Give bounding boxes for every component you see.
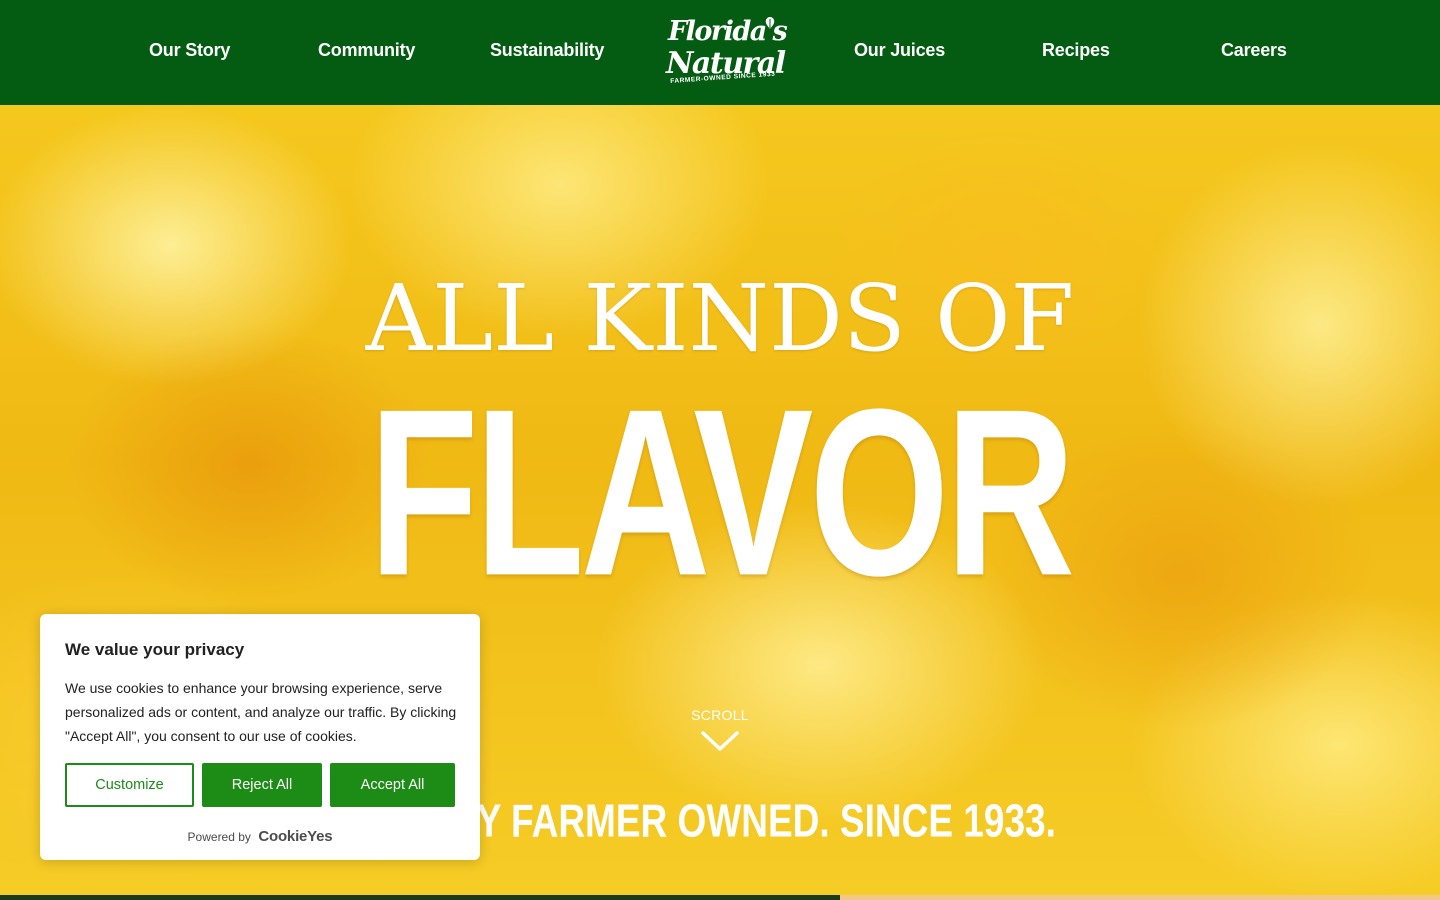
scroll-label: SCROLL <box>691 707 749 723</box>
top-navigation: Our Story Community Sustainability Flori… <box>0 0 1440 105</box>
reject-all-button[interactable]: Reject All <box>202 763 322 807</box>
powered-by-label: Powered by <box>187 829 251 844</box>
next-section-preview-right <box>840 895 1440 900</box>
hero-title: FLAVOR <box>368 360 1076 626</box>
chevron-down-icon <box>701 731 739 751</box>
cookie-banner-description: We use cookies to enhance your browsing … <box>65 680 457 744</box>
floridas-natural-logo[interactable]: Florida's Natural FARMER-OWNED SINCE 193… <box>664 14 788 94</box>
nav-our-juices[interactable]: Our Juices <box>854 40 945 61</box>
nav-careers[interactable]: Careers <box>1221 40 1287 61</box>
hero-kicker: ALL KINDS OF <box>365 265 1075 372</box>
accept-all-button[interactable]: Accept All <box>330 763 455 807</box>
scroll-indicator[interactable]: SCROLL <box>680 707 760 767</box>
nav-our-story[interactable]: Our Story <box>149 40 230 61</box>
nav-recipes[interactable]: Recipes <box>1042 40 1110 61</box>
nav-sustainability[interactable]: Sustainability <box>490 40 604 61</box>
powered-by: Powered by CookieYes <box>40 828 480 846</box>
customize-button[interactable]: Customize <box>65 763 194 807</box>
leaf-icon <box>765 17 775 29</box>
cookie-banner-title: We value your privacy <box>65 640 245 659</box>
nav-community[interactable]: Community <box>318 40 415 61</box>
cookie-consent-banner: We value your privacy We use cookies to … <box>40 614 480 860</box>
cookieyes-logo[interactable]: CookieYes <box>258 828 332 845</box>
next-section-preview-left <box>0 895 840 900</box>
